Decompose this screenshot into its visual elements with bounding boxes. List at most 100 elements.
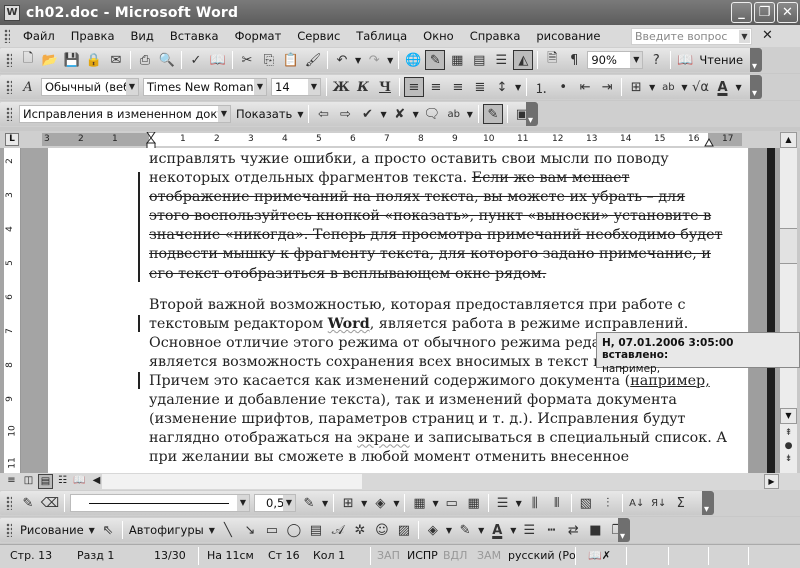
styles-pane-icon[interactable]: A [18, 77, 38, 97]
email-icon[interactable]: ✉ [106, 50, 126, 70]
align-center-icon[interactable]: ≡ [426, 77, 446, 97]
scroll-right-button[interactable]: ▶ [764, 474, 779, 489]
tables-borders-icon[interactable]: ✎ [425, 50, 446, 70]
status-extend[interactable]: ВДЛ [443, 549, 467, 562]
chevron-down-icon[interactable]: ▼ [393, 499, 399, 508]
display-for-review-select[interactable]: Исправления в измененном документе ▼ [19, 105, 231, 123]
chevron-down-icon[interactable]: ▼ [283, 495, 295, 511]
horizontal-scroll-thumb[interactable] [102, 474, 362, 489]
line-style-icon[interactable]: ☰ [519, 520, 539, 540]
status-overtype[interactable]: ЗАМ [477, 549, 501, 562]
chevron-down-icon[interactable]: ▼ [515, 83, 521, 92]
document-text[interactable]: исправлять чужие ошибки, а просто остави… [149, 150, 729, 473]
tab-selector-button[interactable]: L [5, 133, 19, 146]
status-track-changes[interactable]: ИСПР [407, 549, 438, 562]
clip-art-icon[interactable]: ☺ [372, 520, 392, 540]
sort-descending-icon[interactable]: Я↓ [649, 493, 669, 513]
drawing-menu-button[interactable]: Рисование [17, 523, 87, 537]
status-record-macro[interactable]: ЗАП [377, 549, 400, 562]
chevron-down-icon[interactable]: ▼ [413, 110, 419, 119]
decrease-indent-icon[interactable]: ⇤ [575, 77, 595, 97]
show-menu-button[interactable]: Показать [233, 107, 295, 121]
numbering-icon[interactable]: ⒈ [531, 77, 551, 97]
shadow-style-icon[interactable]: ■ [585, 520, 605, 540]
reject-change-icon[interactable]: ✘ [390, 104, 410, 124]
border-color-icon[interactable]: ✎ [299, 493, 319, 513]
toolbar-options-icon[interactable] [526, 102, 538, 126]
chevron-down-icon[interactable]: ▼ [510, 526, 516, 535]
chevron-down-icon[interactable]: ▼ [649, 83, 655, 92]
fill-color-icon[interactable]: ◈ [423, 520, 443, 540]
oval-icon[interactable]: ◯ [284, 520, 304, 540]
chevron-down-icon[interactable]: ▼ [432, 499, 438, 508]
chevron-down-icon[interactable]: ▼ [467, 110, 473, 119]
chevron-down-icon[interactable]: ▼ [355, 56, 361, 65]
toolbar-options-icon[interactable] [702, 491, 714, 515]
text-box-icon[interactable]: ▤ [306, 520, 326, 540]
align-cell-icon[interactable]: ☰ [493, 493, 513, 513]
bullets-icon[interactable]: • [553, 77, 573, 97]
redo-icon[interactable]: ↷ [364, 50, 384, 70]
line-icon[interactable]: ╲ [218, 520, 238, 540]
font-color-icon[interactable]: A [487, 520, 507, 540]
select-objects-icon[interactable]: ⇖ [98, 520, 118, 540]
print-layout-icon[interactable]: ▤ [38, 474, 53, 489]
document-page[interactable]: исправлять чужие ошибки, а просто остави… [48, 148, 748, 473]
autoshapes-menu-button[interactable]: Автофигуры [126, 523, 207, 537]
track-changes-icon[interactable]: ✎ [482, 104, 503, 124]
bold-button[interactable]: Ж [331, 77, 351, 97]
chevron-down-icon[interactable]: ▼ [516, 499, 522, 508]
menu-window[interactable]: Окно [415, 29, 462, 43]
print-preview-icon[interactable]: 🔍 [157, 50, 177, 70]
zoom-select[interactable]: 90% ▼ [587, 51, 644, 69]
chevron-down-icon[interactable]: ▼ [387, 56, 393, 65]
chevron-down-icon[interactable]: ▼ [297, 110, 303, 119]
toolbar-grip-icon[interactable] [6, 523, 12, 537]
line-style-select[interactable]: ▼ [70, 494, 250, 512]
spelling-icon[interactable]: ✓ [186, 50, 206, 70]
web-layout-icon[interactable]: ◫ [21, 474, 36, 489]
toolbar-grip-icon[interactable] [4, 29, 10, 43]
font-size-select[interactable]: 14 ▼ [271, 78, 321, 96]
paste-icon[interactable]: 📋 [281, 50, 301, 70]
drawing-icon[interactable]: ◭ [513, 50, 534, 70]
table-autoformat-icon[interactable]: ▧ [576, 493, 596, 513]
align-left-icon[interactable]: ≡ [404, 77, 424, 97]
cut-icon[interactable]: ✂ [237, 50, 257, 70]
italic-button[interactable]: К [353, 77, 373, 97]
scroll-thumb[interactable] [780, 228, 797, 264]
toolbar-grip-icon[interactable] [6, 80, 12, 94]
close-button[interactable]: ✕ [777, 2, 798, 23]
chevron-down-icon[interactable]: ▼ [735, 83, 741, 92]
distribute-columns-icon[interactable]: ⫴ [547, 493, 567, 513]
text-direction-icon[interactable]: ⫶ [598, 493, 618, 513]
inserted-text[interactable]: например, [630, 373, 710, 389]
help-icon[interactable]: ? [646, 50, 666, 70]
toolbar-grip-icon[interactable] [6, 53, 12, 67]
rectangle-icon[interactable]: ▭ [262, 520, 282, 540]
menu-view[interactable]: Вид [123, 29, 162, 43]
normal-view-icon[interactable]: ≡ [4, 474, 19, 489]
save-icon[interactable]: 💾 [62, 50, 82, 70]
chevron-down-icon[interactable]: ▼ [739, 30, 750, 43]
columns-icon[interactable]: ☰ [491, 50, 511, 70]
line-weight-select[interactable]: 0,5 ▼ [254, 494, 296, 512]
shading-color-icon[interactable]: ◈ [370, 493, 390, 513]
chevron-down-icon[interactable]: ▼ [630, 52, 643, 68]
toolbar-grip-icon[interactable] [6, 107, 12, 121]
next-page-icon[interactable]: ⇟ [780, 454, 797, 464]
format-painter-icon[interactable]: 🖌 [303, 50, 323, 70]
next-change-icon[interactable]: ⇨ [335, 104, 355, 124]
toolbar-grip-icon[interactable] [6, 496, 12, 510]
insert-comment-icon[interactable]: 🗨 [422, 104, 442, 124]
spelling-status-icon[interactable]: 📖✗ [588, 549, 611, 562]
scroll-up-button[interactable]: ▲ [780, 132, 797, 148]
research-icon[interactable]: 📖 [208, 50, 228, 70]
undo-icon[interactable]: ↶ [332, 50, 352, 70]
new-icon[interactable]: 🗋 [18, 50, 38, 70]
chevron-down-icon[interactable]: ▼ [89, 526, 95, 535]
menu-insert[interactable]: Вставка [162, 29, 227, 43]
open-icon[interactable]: 📂 [40, 50, 60, 70]
wordart-icon[interactable]: 𝒜 [328, 520, 348, 540]
restore-button[interactable]: ❐ [754, 2, 775, 23]
